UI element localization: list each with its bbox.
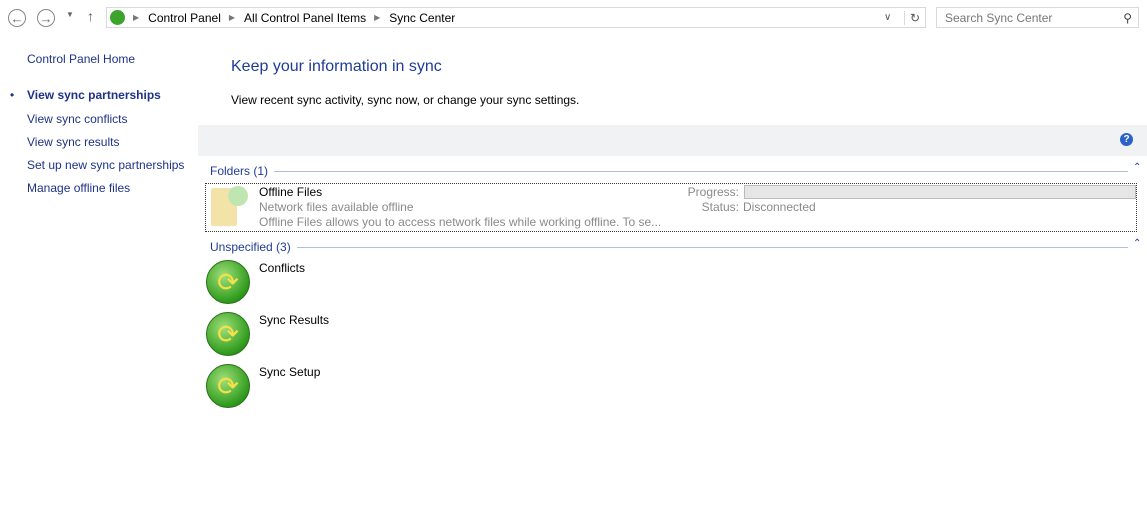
sync-center-icon [110, 10, 125, 25]
sync-icon: ⟳ [206, 312, 250, 356]
collapse-icon[interactable]: ⌃ [1133, 238, 1141, 249]
toolbar: ? [198, 125, 1147, 156]
status-value: Disconnected [743, 200, 816, 214]
sync-results-item[interactable]: ⟳ Sync Results [206, 312, 329, 356]
status-label: Status: [701, 200, 739, 214]
item-description: Network files available offline [259, 200, 414, 214]
breadcrumb-control-panel[interactable]: Control Panel [148, 11, 221, 25]
sync-badge-icon [228, 186, 248, 206]
refresh-icon[interactable]: ↻ [904, 10, 925, 25]
item-name: Offline Files [259, 185, 323, 199]
progress-bar [744, 185, 1136, 199]
current-bullet: • [10, 88, 15, 102]
collapse-icon[interactable]: ⌃ [1133, 162, 1141, 173]
breadcrumb-all-items[interactable]: All Control Panel Items [244, 11, 366, 25]
address-bar[interactable]: ▶ Control Panel ▶ All Control Panel Items … [106, 7, 926, 28]
up-arrow-icon[interactable]: ↑ [87, 8, 94, 24]
sidebar-item-setup[interactable]: Set up new sync partnerships [27, 158, 184, 172]
item-name: Sync Results [259, 313, 330, 327]
sidebar-item-partnerships[interactable]: View sync partnerships [27, 88, 161, 102]
sidebar-item-conflicts[interactable]: View sync conflicts [27, 112, 127, 126]
recent-dropdown-icon[interactable]: ▼ [66, 10, 74, 19]
help-icon[interactable]: ? [1120, 133, 1133, 146]
group-header-unspecified[interactable]: Unspecified (3) [210, 240, 1128, 254]
page-title: Keep your information in sync [231, 58, 442, 75]
sync-setup-item[interactable]: ⟳ Sync Setup [206, 364, 320, 408]
address-dropdown-icon[interactable]: ∨ [884, 12, 904, 23]
breadcrumb-sync-center[interactable]: Sync Center [389, 11, 455, 25]
item-details: Offline Files allows you to access netwo… [259, 215, 662, 229]
search-icon: ⚲ [1123, 11, 1132, 25]
progress-label: Progress: [687, 185, 739, 199]
item-name: Sync Setup [259, 365, 321, 379]
sync-icon: ⟳ [206, 260, 250, 304]
search-input[interactable]: Search Sync Center ⚲ [936, 7, 1139, 28]
conflicts-item[interactable]: ⟳ Conflicts [206, 260, 305, 304]
sidebar-item-results[interactable]: View sync results [27, 135, 119, 149]
control-panel-home-link[interactable]: Control Panel Home [27, 52, 135, 66]
sidebar-item-offline-files[interactable]: Manage offline files [27, 181, 130, 195]
group-header-folders[interactable]: Folders (1) [210, 164, 1128, 178]
page-subtitle: View recent sync activity, sync now, or … [231, 93, 580, 107]
sync-icon: ⟳ [206, 364, 250, 408]
back-button[interactable]: ← [8, 9, 26, 27]
forward-button[interactable]: → [37, 9, 55, 27]
offline-files-item[interactable]: Offline Files Network files available of… [205, 183, 1137, 232]
item-name: Conflicts [259, 261, 306, 275]
